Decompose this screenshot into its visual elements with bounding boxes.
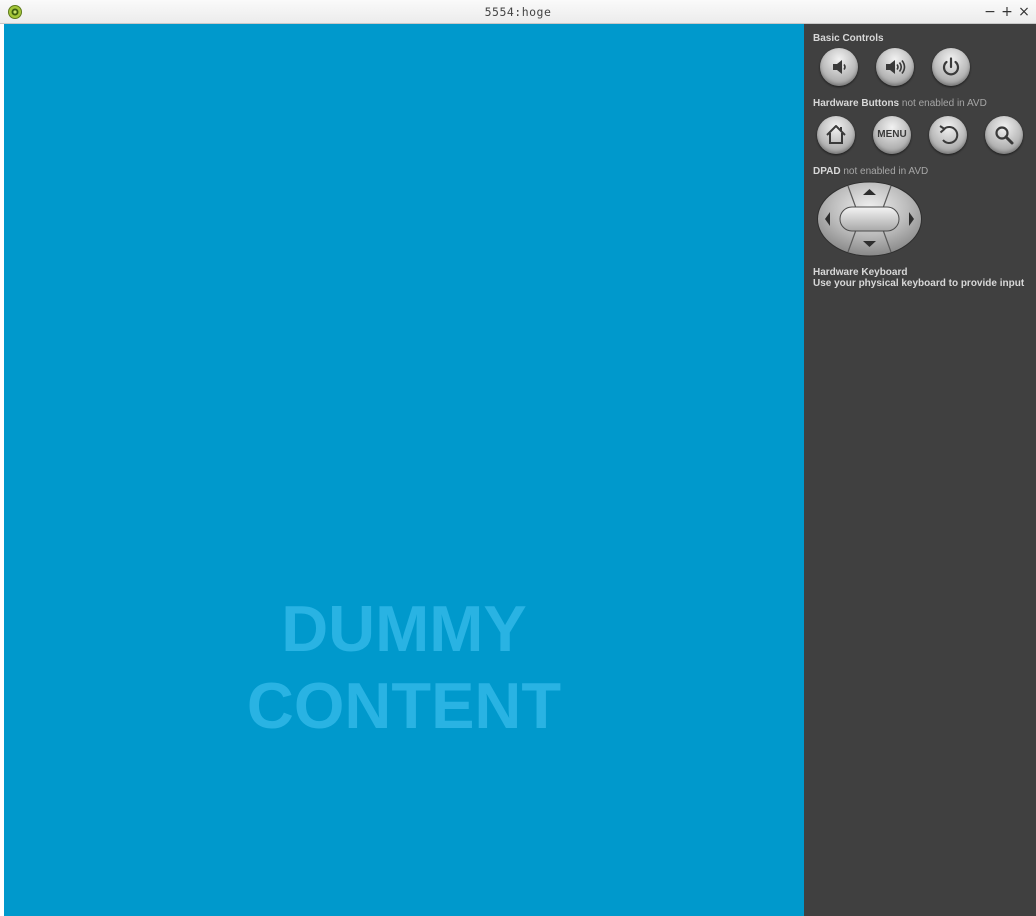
power-icon <box>942 57 960 76</box>
search-icon <box>995 126 1014 145</box>
maximize-button[interactable]: + <box>1000 4 1014 20</box>
hardware-buttons-label: Hardware Buttons <box>813 98 900 109</box>
controls-panel: Basic Controls Hardware Buttons not enab… <box>804 24 1036 916</box>
dpad-heading: DPAD not enabled in AVD <box>813 166 928 177</box>
volume-down-icon <box>833 60 846 74</box>
dummy-content-line-1: DUMMY <box>281 592 527 665</box>
menu-button[interactable]: MENU <box>873 116 911 154</box>
volume-up-button[interactable] <box>876 48 914 86</box>
dpad-control[interactable] <box>816 181 923 257</box>
title-bar[interactable]: 5554:hoge − + × <box>0 0 1036 24</box>
keyboard-heading: Hardware Keyboard <box>813 267 908 278</box>
window-title: 5554:hoge <box>484 5 552 19</box>
emulator-window: 5554:hoge − + × DUMMY CONTENT Basic Cont… <box>0 0 1036 916</box>
back-button[interactable] <box>929 116 967 154</box>
dummy-content-line-2: CONTENT <box>246 669 562 742</box>
volume-up-icon <box>886 60 906 74</box>
volume-down-button[interactable] <box>820 48 858 86</box>
close-button[interactable]: × <box>1017 4 1031 20</box>
back-icon <box>939 125 959 145</box>
dpad-label: DPAD <box>813 166 841 177</box>
basic-controls-heading: Basic Controls <box>813 33 884 44</box>
home-button[interactable] <box>817 116 855 154</box>
dpad-note: not enabled in AVD <box>843 166 929 177</box>
home-icon <box>826 125 846 144</box>
search-button[interactable] <box>985 116 1023 154</box>
emulator-screen[interactable]: DUMMY CONTENT <box>4 24 804 916</box>
minimize-button[interactable]: − <box>983 4 997 20</box>
hardware-buttons-note: not enabled in AVD <box>901 98 987 109</box>
hardware-buttons-heading: Hardware Buttons not enabled in AVD <box>813 98 987 109</box>
keyboard-note: Use your physical keyboard to provide in… <box>813 278 1025 289</box>
menu-button-label: MENU <box>877 129 907 140</box>
power-button[interactable] <box>932 48 970 86</box>
